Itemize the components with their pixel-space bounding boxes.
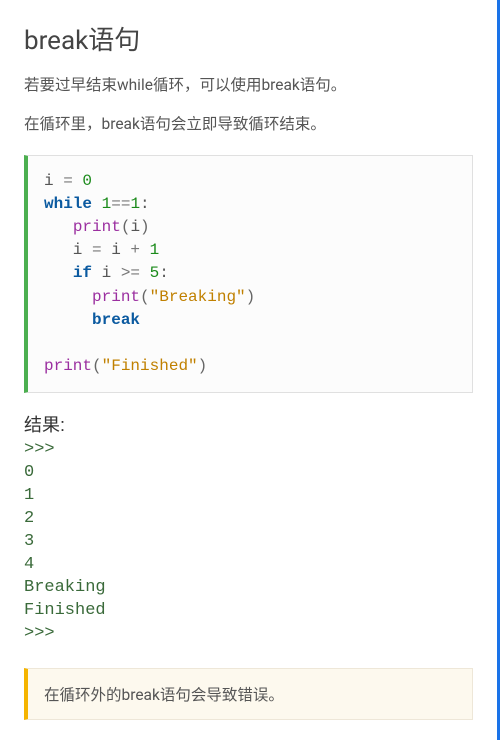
code-token: = (92, 241, 111, 259)
code-token: i (92, 264, 121, 282)
code-token: = (63, 172, 82, 190)
result-output: >>> 0 1 2 3 4 Breaking Finished >>> (24, 439, 473, 645)
code-token: + (130, 241, 149, 259)
code-token: 1 (130, 195, 140, 213)
code-token: 0 (82, 172, 92, 190)
code-token: "Breaking" (150, 288, 246, 306)
result-label: 结果: (24, 411, 473, 437)
code-token: if (73, 264, 92, 282)
code-token (92, 195, 102, 213)
code-token: i (44, 172, 63, 190)
intro-paragraph-1: 若要过早结束while循环，可以使用break语句。 (24, 73, 473, 98)
code-token: break (92, 311, 140, 329)
note-box: 在循环外的break语句会导致错误。 (24, 668, 473, 720)
code-token: ) (198, 357, 208, 375)
code-token (44, 311, 92, 329)
page: break语句 若要过早结束while循环，可以使用break语句。 在循环里，… (0, 0, 500, 740)
code-token (44, 288, 92, 306)
intro-paragraph-2: 在循环里，break语句会立即导致循环结束。 (24, 112, 473, 137)
code-token: : (159, 264, 169, 282)
code-block: i = 0 while 1==1: print(i) i = i + 1 if … (24, 155, 473, 394)
code-token: print (44, 357, 92, 375)
code-token: print (73, 218, 121, 236)
code-token (44, 264, 73, 282)
code-token: i (111, 241, 130, 259)
code-token: 1 (102, 195, 112, 213)
code-token: ) (140, 218, 150, 236)
code-token: print (92, 288, 140, 306)
code-token: >= (121, 264, 150, 282)
code-token: ( (140, 288, 150, 306)
code-token: i (130, 218, 140, 236)
code-token: == (111, 195, 130, 213)
code-token (44, 218, 73, 236)
code-token: 1 (150, 241, 160, 259)
code-token: "Finished" (102, 357, 198, 375)
code-token: ( (92, 357, 102, 375)
code-token: i (44, 241, 92, 259)
code-token: ) (246, 288, 256, 306)
code-token: : (140, 195, 150, 213)
page-title: break语句 (24, 20, 473, 57)
code-token: 5 (150, 264, 160, 282)
code-token: ( (121, 218, 131, 236)
code-token: while (44, 195, 92, 213)
